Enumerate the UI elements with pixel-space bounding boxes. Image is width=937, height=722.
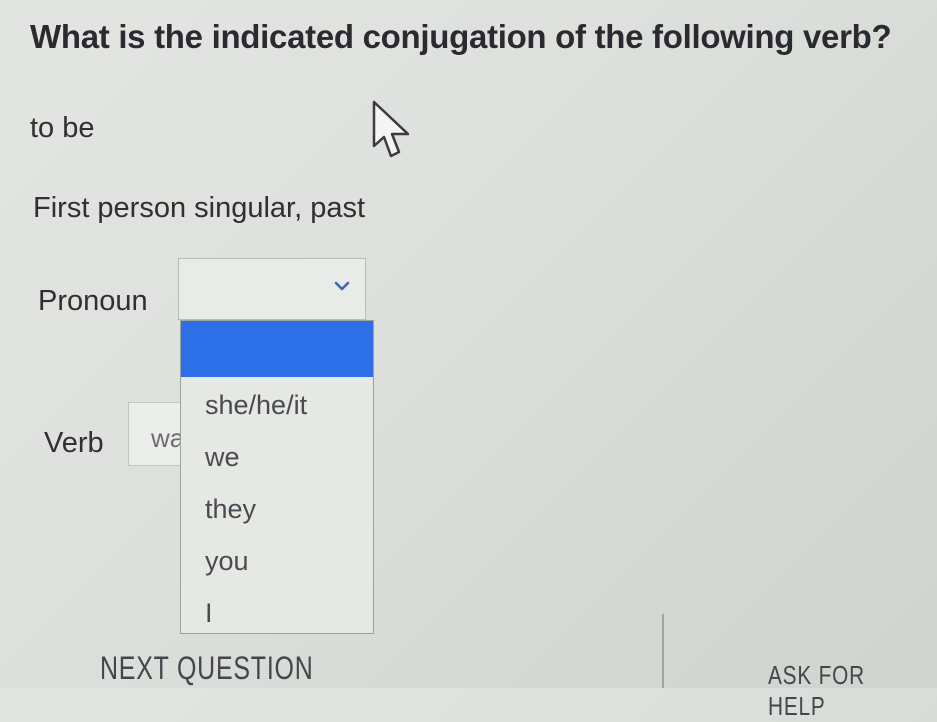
footer-divider [662,614,664,688]
pronoun-label: Pronoun [38,285,148,317]
conjugation-instruction: First person singular, past [33,192,366,224]
chevron-down-icon [334,281,350,291]
ask-for-help-button[interactable]: ASK FOR HELP [768,660,903,722]
pronoun-option-we[interactable]: we [181,431,373,483]
pronoun-option-they[interactable]: they [181,483,373,535]
question-prompt: What is the indicated conjugation of the… [30,18,892,55]
pointer-cursor-icon [372,100,410,158]
verb-term: to be [30,112,95,144]
pronoun-select[interactable] [178,258,366,320]
next-question-button[interactable]: NEXT QUESTION [100,650,314,687]
verb-label: Verb [44,427,104,459]
pronoun-option-you[interactable]: you [181,535,373,587]
pronoun-option-i[interactable]: I [181,587,373,639]
pronoun-dropdown-list: she/he/it we they you I [180,320,374,634]
pronoun-option-she-he-it[interactable]: she/he/it [181,379,373,431]
pronoun-option-blank[interactable] [181,321,373,377]
